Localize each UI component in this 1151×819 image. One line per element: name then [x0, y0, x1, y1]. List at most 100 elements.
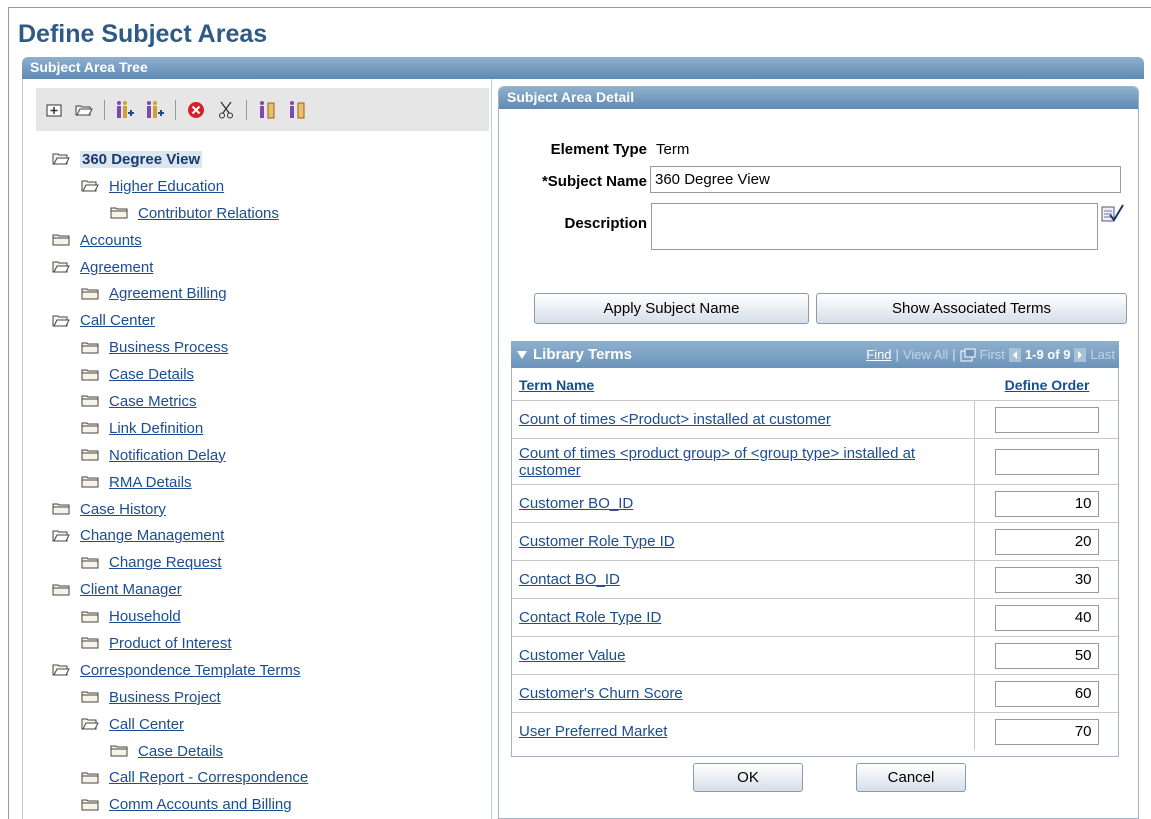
- closed-folder-icon[interactable]: [81, 341, 109, 355]
- closed-folder-icon[interactable]: [81, 421, 109, 435]
- tree-node-link[interactable]: Case Metrics: [109, 393, 197, 410]
- tree-node-link[interactable]: Higher Education: [109, 178, 224, 195]
- tree-node: Case Details: [52, 361, 308, 388]
- open-folder-icon[interactable]: [52, 529, 80, 543]
- term-name-sort-link[interactable]: Term Name: [519, 377, 594, 393]
- term-name-link[interactable]: Count of times <Product> installed at cu…: [519, 411, 831, 428]
- closed-folder-icon[interactable]: [52, 233, 80, 247]
- define-order-input[interactable]: [994, 680, 1099, 707]
- open-folder-icon[interactable]: [52, 663, 80, 677]
- tree-node-link[interactable]: Agreement: [80, 259, 153, 276]
- open-folder-icon[interactable]: [52, 314, 80, 328]
- last-link[interactable]: Last: [1090, 347, 1115, 362]
- tree-node-link[interactable]: Change Management: [80, 527, 224, 544]
- define-order-cell: [974, 675, 1118, 712]
- previous-arrow-icon[interactable]: [1008, 347, 1021, 362]
- open-folder-icon[interactable]: [52, 152, 80, 166]
- tree-node-link[interactable]: Contributor Relations: [138, 205, 279, 222]
- closed-folder-icon[interactable]: [81, 556, 109, 570]
- open-folder-icon[interactable]: [81, 717, 109, 731]
- define-order-input[interactable]: [994, 448, 1099, 475]
- closed-folder-icon[interactable]: [52, 583, 80, 597]
- tree-node-link[interactable]: Accounts: [80, 232, 142, 249]
- define-order-input[interactable]: [994, 406, 1099, 433]
- term-name-link[interactable]: Customer's Churn Score: [519, 685, 683, 702]
- define-order-input[interactable]: [994, 528, 1099, 555]
- cut-icon[interactable]: [214, 98, 238, 122]
- closed-folder-icon[interactable]: [81, 798, 109, 812]
- define-order-input[interactable]: [994, 642, 1099, 669]
- define-order-input[interactable]: [994, 566, 1099, 593]
- spell-check-icon[interactable]: [1100, 203, 1124, 226]
- tree-node-link[interactable]: Call Report - Correspondence: [109, 769, 308, 786]
- tree-node-link[interactable]: Agreement Billing: [109, 285, 227, 302]
- tree-node-link[interactable]: Change Request: [109, 554, 222, 571]
- apply-subject-name-button[interactable]: Apply Subject Name: [534, 293, 809, 324]
- term-name-link[interactable]: Customer Value: [519, 647, 625, 664]
- nav-separator: |: [895, 347, 899, 362]
- define-order-input[interactable]: [994, 718, 1099, 745]
- cancel-button[interactable]: Cancel: [856, 763, 966, 792]
- add-folder-icon[interactable]: [42, 98, 66, 122]
- first-link[interactable]: First: [980, 347, 1005, 362]
- ok-button[interactable]: OK: [693, 763, 803, 792]
- closed-folder-icon[interactable]: [81, 287, 109, 301]
- closed-folder-icon[interactable]: [81, 610, 109, 624]
- tree-node-link[interactable]: RMA Details: [109, 474, 192, 491]
- paste-child-icon[interactable]: [255, 98, 279, 122]
- collapse-triangle-icon[interactable]: [517, 350, 527, 359]
- tree-node-link[interactable]: Household: [109, 608, 181, 625]
- closed-folder-icon[interactable]: [81, 475, 109, 489]
- define-order-input[interactable]: [994, 490, 1099, 517]
- tree-node-link[interactable]: Correspondence Template Terms: [80, 662, 300, 679]
- tree-node-link[interactable]: Case History: [80, 501, 166, 518]
- closed-folder-icon[interactable]: [81, 394, 109, 408]
- term-name-cell: Customer's Churn Score: [512, 685, 974, 702]
- tree-node-link[interactable]: Comm Accounts and Billing: [109, 796, 292, 813]
- tree-node-link[interactable]: Business Process: [109, 339, 228, 356]
- insert-sibling-icon[interactable]: [143, 98, 167, 122]
- term-name-link[interactable]: Customer Role Type ID: [519, 533, 675, 550]
- term-name-link[interactable]: Customer BO_ID: [519, 495, 633, 512]
- term-name-link[interactable]: Contact BO_ID: [519, 571, 620, 588]
- term-name-link[interactable]: Contact Role Type ID: [519, 609, 661, 626]
- new-window-icon[interactable]: [960, 348, 976, 362]
- open-folder-icon[interactable]: [52, 260, 80, 274]
- open-folder-icon[interactable]: [81, 179, 109, 193]
- closed-folder-icon[interactable]: [81, 771, 109, 785]
- closed-folder-icon[interactable]: [81, 636, 109, 650]
- closed-folder-icon[interactable]: [52, 502, 80, 516]
- tree-node-link[interactable]: Case Details: [109, 366, 194, 383]
- tree-node-link[interactable]: Notification Delay: [109, 447, 226, 464]
- define-order-input[interactable]: [994, 604, 1099, 631]
- view-all-link[interactable]: View All: [903, 347, 948, 362]
- tree-node-link[interactable]: Case Details: [138, 743, 223, 760]
- find-link[interactable]: Find: [866, 347, 891, 362]
- closed-folder-icon[interactable]: [110, 744, 138, 758]
- delete-icon[interactable]: [184, 98, 208, 122]
- closed-folder-icon[interactable]: [81, 448, 109, 462]
- next-arrow-icon[interactable]: [1074, 347, 1087, 362]
- closed-folder-icon[interactable]: [81, 690, 109, 704]
- description-label: Description: [564, 215, 647, 232]
- tree-node-link[interactable]: Link Definition: [109, 420, 203, 437]
- tree-node-link[interactable]: Call Center: [109, 716, 184, 733]
- subject-area-detail-header: Subject Area Detail: [499, 87, 1138, 109]
- subject-name-input[interactable]: [650, 166, 1121, 193]
- paste-sibling-icon[interactable]: [285, 98, 309, 122]
- term-name-link[interactable]: Count of times <product group> of <group…: [519, 445, 915, 479]
- library-terms-title: Library Terms: [533, 346, 632, 363]
- insert-child-icon[interactable]: [113, 98, 137, 122]
- define-order-sort-link[interactable]: Define Order: [1005, 377, 1090, 393]
- tree-node-link[interactable]: Call Center: [80, 312, 155, 329]
- description-textarea[interactable]: [651, 203, 1098, 250]
- closed-folder-icon[interactable]: [110, 206, 138, 220]
- show-associated-terms-button[interactable]: Show Associated Terms: [816, 293, 1127, 324]
- tree-node-link[interactable]: 360 Degree View: [80, 150, 203, 168]
- tree-node-link[interactable]: Product of Interest: [109, 635, 232, 652]
- open-folder-icon[interactable]: [72, 98, 96, 122]
- tree-node-link[interactable]: Business Project: [109, 689, 221, 706]
- closed-folder-icon[interactable]: [81, 368, 109, 382]
- tree-node-link[interactable]: Client Manager: [80, 581, 182, 598]
- term-name-link[interactable]: User Preferred Market: [519, 723, 667, 740]
